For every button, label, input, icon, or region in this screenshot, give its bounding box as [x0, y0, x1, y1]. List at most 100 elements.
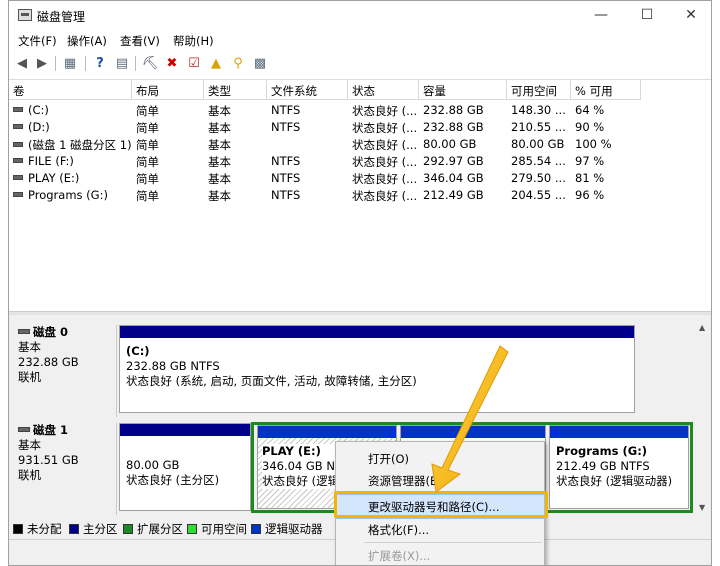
legend-swatch — [13, 523, 23, 534]
help-icon[interactable]: ? — [91, 55, 109, 72]
disk-size: 232.88 GB — [18, 355, 79, 369]
partition-color-bar — [258, 426, 396, 438]
scroll-up-icon[interactable]: ▲ — [699, 323, 705, 332]
layout-cell: 简单 — [136, 138, 159, 152]
status-cell: 状态良好 (... — [352, 189, 418, 203]
toolbar: ◀ ▶ ▦ ? ▤ ⛏ ✖ ☑ ▲ ⚲ ▩ — [9, 51, 711, 77]
connect-drive-icon[interactable]: ⛏ — [141, 55, 159, 72]
minimize-button[interactable]: — — [583, 5, 619, 25]
search-folder-icon[interactable]: ⚲ — [229, 55, 247, 72]
disk-0-label[interactable]: 磁盘 0 基本 232.88 GB 联机 — [9, 325, 117, 417]
menu-item-format[interactable]: 格式化(F)... — [336, 518, 544, 541]
menu-bar: 文件(F) 操作(A) 查看(V) 帮助(H) — [9, 30, 711, 50]
column-header-status[interactable]: 状态 — [348, 80, 419, 100]
volume-name: (磁盘 1 磁盘分区 1) — [28, 138, 132, 152]
menu-item-open[interactable]: 打开(O) — [336, 447, 544, 470]
partition-name: (C:) — [126, 344, 150, 358]
menu-item-extend-volume[interactable]: 扩展卷(X)... — [336, 544, 544, 565]
legend-swatch — [187, 523, 197, 534]
capacity-cell: 292.97 GB — [423, 154, 484, 168]
column-header-percent-free[interactable]: % 可用 — [571, 80, 641, 100]
folder-up-icon[interactable]: ▲ — [207, 55, 225, 72]
layout-cell: 简单 — [136, 155, 159, 169]
legend-item: 未分配 — [13, 521, 62, 537]
legend-swatch — [69, 523, 79, 534]
scroll-down-icon[interactable]: ▼ — [699, 503, 705, 512]
menu-file[interactable]: 文件(F) — [18, 33, 57, 49]
capacity-cell: 232.88 GB — [423, 103, 484, 117]
column-header-layout[interactable]: 布局 — [132, 80, 204, 100]
disk-1-label[interactable]: 磁盘 1 基本 931.51 GB 联机 — [9, 423, 117, 515]
volume-list: 卷 布局 类型 文件系统 状态 容量 可用空间 % 可用 (C:) 简单 基本 … — [9, 79, 711, 311]
type-cell: 基本 — [208, 138, 231, 152]
status-cell: 状态良好 (... — [352, 172, 418, 186]
maximize-button[interactable]: ☐ — [629, 5, 665, 25]
partition-filesystem: 212.49 GB NTFS — [556, 459, 650, 473]
column-header-type[interactable]: 类型 — [204, 80, 267, 100]
free-space-cell: 279.50 ... — [511, 171, 566, 185]
partition-g[interactable]: Programs (G:) 212.49 GB NTFS 状态良好 (逻辑驱动器… — [549, 425, 689, 509]
filesystem-cell: NTFS — [271, 171, 301, 185]
free-space-cell: 285.54 ... — [511, 154, 566, 168]
table-row[interactable]: FILE (F:) 简单 基本 NTFS 状态良好 (... 292.97 GB… — [9, 153, 711, 170]
table-row[interactable]: (C:) 简单 基本 NTFS 状态良好 (... 232.88 GB 148.… — [9, 102, 711, 119]
column-header-free-space[interactable]: 可用空间 — [507, 80, 571, 100]
legend-swatch — [251, 523, 261, 534]
status-cell: 状态良好 (... — [352, 104, 418, 118]
table-row[interactable]: Programs (G:) 简单 基本 NTFS 状态良好 (... 212.4… — [9, 187, 711, 204]
check-icon[interactable]: ☑ — [185, 55, 203, 72]
window-title: 磁盘管理 — [37, 10, 86, 24]
disk-type: 基本 — [18, 438, 41, 452]
capacity-cell: 212.49 GB — [423, 188, 484, 202]
partition-c[interactable]: (C:) 232.88 GB NTFS 状态良好 (系统, 启动, 页面文件, … — [119, 325, 635, 413]
partition-filesystem: 232.88 GB NTFS — [126, 359, 220, 373]
delete-icon[interactable]: ✖ — [163, 55, 181, 72]
free-space-cell: 80.00 GB — [511, 137, 565, 151]
volume-name: FILE (F:) — [28, 154, 74, 168]
column-header-capacity[interactable]: 容量 — [419, 80, 507, 100]
capacity-cell: 346.04 GB — [423, 171, 484, 185]
column-header-filesystem[interactable]: 文件系统 — [267, 80, 348, 100]
legend-label: 逻辑驱动器 — [265, 522, 323, 536]
disk-state: 联机 — [18, 370, 41, 384]
disk-management-app-icon — [18, 9, 32, 21]
table-row[interactable]: (磁盘 1 磁盘分区 1) 简单 基本 状态良好 (... 80.00 GB 8… — [9, 136, 711, 153]
volume-icon — [13, 124, 23, 129]
partition-color-bar — [401, 426, 545, 438]
partition-status: 状态良好 (逻辑驱动器) — [556, 474, 673, 488]
properties-list-icon[interactable]: ▤ — [113, 55, 131, 72]
volume-icon — [13, 175, 23, 180]
percent-free-cell: 100 % — [575, 137, 612, 151]
capacity-cell: 232.88 GB — [423, 120, 484, 134]
legend-label: 未分配 — [27, 522, 62, 536]
filesystem-cell: NTFS — [271, 154, 301, 168]
type-cell: 基本 — [208, 155, 231, 169]
percent-free-cell: 90 % — [575, 120, 605, 134]
capacity-cell: 80.00 GB — [423, 137, 477, 151]
forward-arrow-icon[interactable]: ▶ — [33, 55, 51, 72]
menu-action[interactable]: 操作(A) — [67, 33, 107, 49]
status-cell: 状态良好 (... — [352, 121, 418, 135]
table-row[interactable]: PLAY (E:) 简单 基本 NTFS 状态良好 (... 346.04 GB… — [9, 170, 711, 187]
menu-view[interactable]: 查看(V) — [120, 33, 160, 49]
menu-item-explorer[interactable]: 资源管理器(E) — [336, 469, 544, 492]
percent-free-cell: 97 % — [575, 154, 605, 168]
layout-cell: 简单 — [136, 104, 159, 118]
partition-name: Programs (G:) — [556, 444, 648, 458]
table-row[interactable]: (D:) 简单 基本 NTFS 状态良好 (... 232.88 GB 210.… — [9, 119, 711, 136]
disk-size: 931.51 GB — [18, 453, 79, 467]
back-arrow-icon[interactable]: ◀ — [13, 55, 31, 72]
percent-free-cell: 64 % — [575, 103, 605, 117]
legend-item: 可用空间 — [187, 521, 247, 537]
view-options-icon[interactable]: ▩ — [251, 55, 269, 72]
volume-name: (D:) — [28, 120, 50, 134]
partition-disk1-part1[interactable]: 80.00 GB 状态良好 (主分区) — [119, 423, 251, 511]
highlight-box — [334, 491, 548, 518]
status-cell: 状态良好 (... — [352, 138, 418, 152]
close-button[interactable]: ✕ — [673, 5, 709, 25]
menu-help[interactable]: 帮助(H) — [173, 33, 214, 49]
disk-icon — [18, 329, 30, 334]
column-header-volume[interactable]: 卷 — [9, 80, 132, 100]
console-tree-icon[interactable]: ▦ — [61, 55, 79, 72]
legend-item: 主分区 — [69, 521, 118, 537]
